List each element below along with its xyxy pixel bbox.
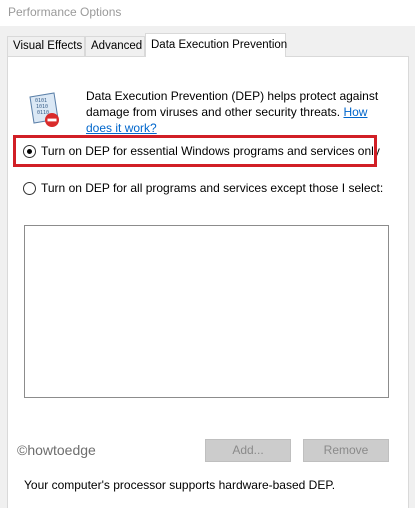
radio-button-unselected[interactable]	[23, 181, 36, 195]
tab-advanced[interactable]: Advanced	[85, 36, 145, 56]
dep-description-text: Data Execution Prevention (DEP) helps pr…	[86, 89, 379, 119]
dep-all-programs-option[interactable]: Turn on DEP for all programs and service…	[23, 180, 383, 196]
tab-visual-effects[interactable]: Visual Effects	[7, 36, 85, 56]
title-bar: Performance Options	[0, 0, 415, 26]
window-title: Performance Options	[8, 5, 122, 19]
dep-essential-only-label: Turn on DEP for essential Windows progra…	[41, 144, 380, 158]
dep-all-programs-label: Turn on DEP for all programs and service…	[41, 181, 384, 195]
dep-shield-icon: 0101 1010 0110	[29, 92, 59, 127]
dep-tab-panel: 0101 1010 0110 Data Execution Prevention…	[7, 56, 409, 508]
excluded-programs-list[interactable]	[24, 225, 389, 398]
remove-button[interactable]: Remove	[303, 439, 389, 462]
radio-button-selected[interactable]	[23, 144, 36, 158]
dep-essential-only-option[interactable]: Turn on DEP for essential Windows progra…	[23, 143, 380, 159]
dep-description: Data Execution Prevention (DEP) helps pr…	[86, 88, 391, 136]
add-button[interactable]: Add...	[205, 439, 291, 462]
tab-data-execution-prevention[interactable]: Data Execution Prevention	[145, 33, 287, 57]
dep-status-text: Your computer's processor supports hardw…	[24, 478, 336, 492]
watermark-text: ©howtoedge	[17, 442, 96, 458]
